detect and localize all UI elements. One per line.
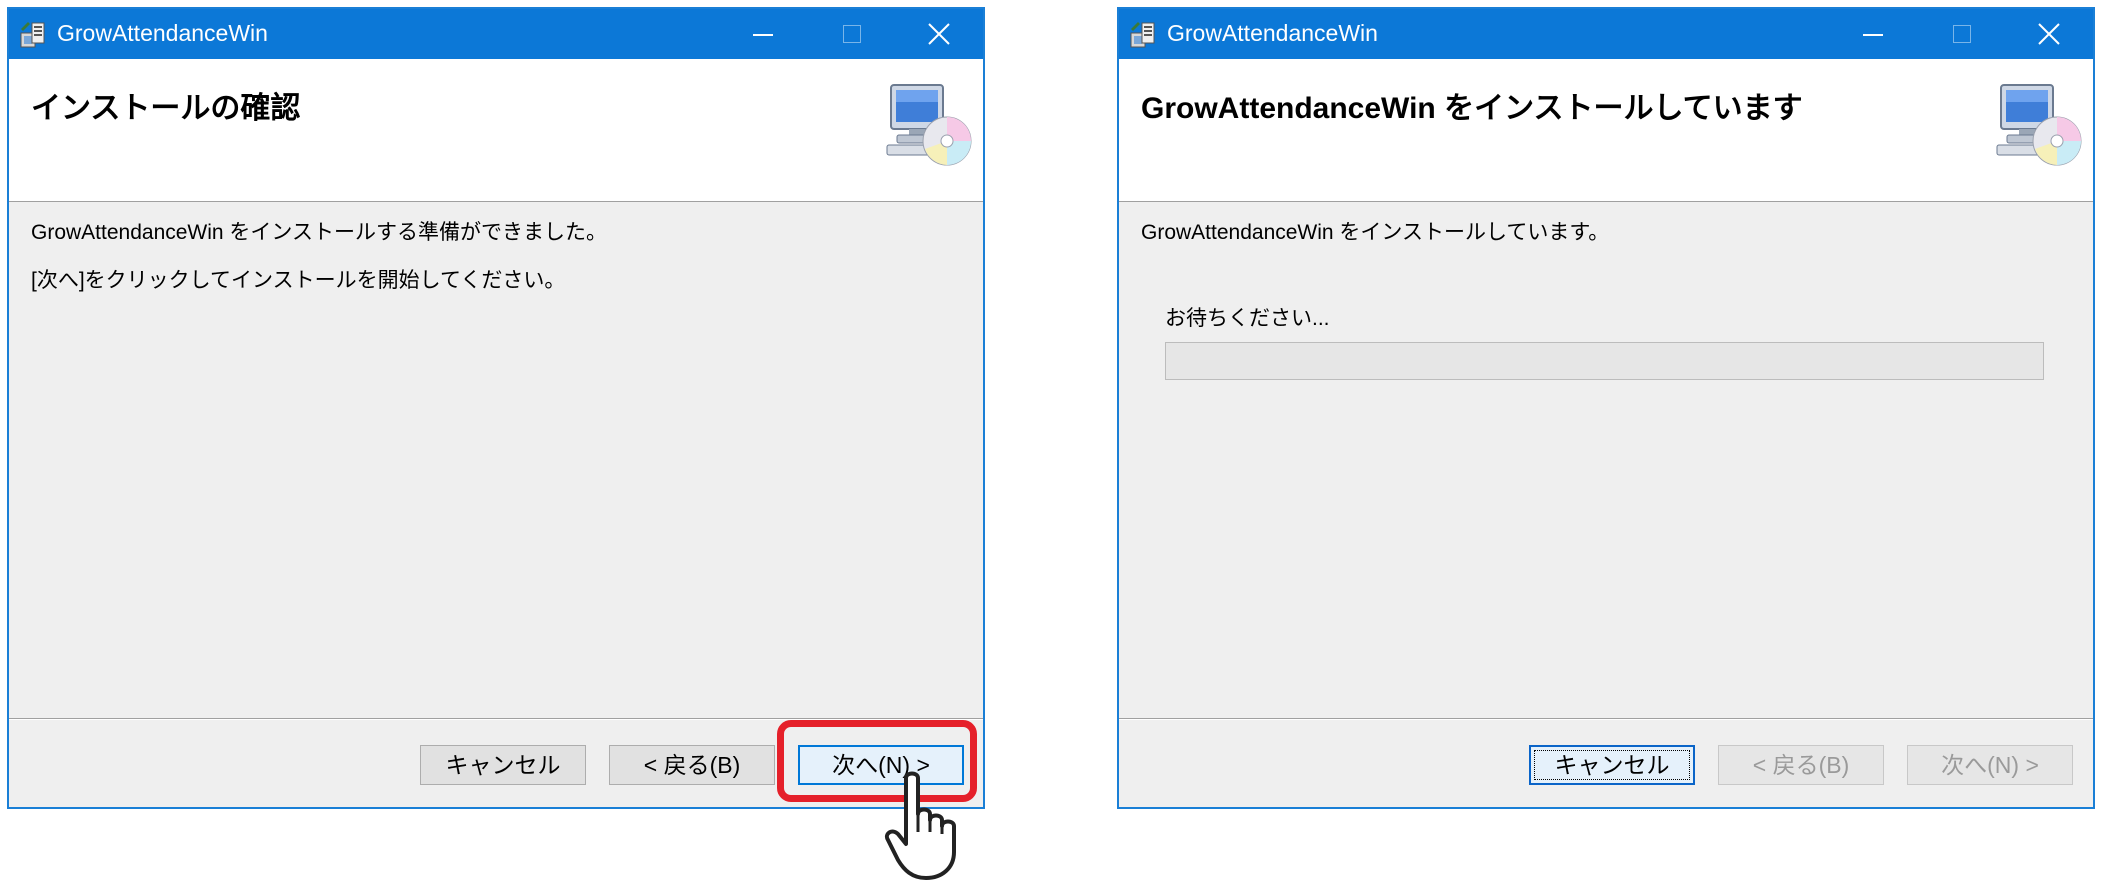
installer-app-icon <box>1128 19 1158 49</box>
minimize-icon[interactable] <box>719 9 807 59</box>
body-text-installing: GrowAttendanceWin をインストールしています。 <box>1141 221 1610 244</box>
body-text-instruction: [次へ]をクリックしてインストールを開始してください。 <box>31 269 566 292</box>
close-icon[interactable] <box>2005 9 2093 59</box>
installer-window-confirm: GrowAttendanceWin インストールの確認 GrowAttendan… <box>7 7 985 809</box>
installer-app-icon <box>18 19 48 49</box>
maximize-icon[interactable] <box>1917 9 2005 59</box>
pointing-hand-cursor-icon <box>884 770 966 882</box>
computer-cd-icon <box>885 81 975 171</box>
header-band: GrowAttendanceWin をインストールしています <box>1119 59 2093 202</box>
close-icon[interactable] <box>895 9 983 59</box>
back-button: < 戻る(B) <box>1718 745 1884 785</box>
page-title: インストールの確認 <box>31 92 301 125</box>
cancel-button[interactable]: キャンセル <box>420 745 586 785</box>
title-bar[interactable]: GrowAttendanceWin <box>1119 9 2093 59</box>
page-title: GrowAttendanceWin をインストールしています <box>1141 92 1803 125</box>
next-button: 次へ(N) > <box>1907 745 2073 785</box>
body-text-ready: GrowAttendanceWin をインストールする準備ができました。 <box>31 221 608 244</box>
minimize-icon[interactable] <box>1829 9 1917 59</box>
cancel-button[interactable]: キャンセル <box>1529 745 1695 785</box>
maximize-icon[interactable] <box>807 9 895 59</box>
back-button[interactable]: < 戻る(B) <box>609 745 775 785</box>
window-title: GrowAttendanceWin <box>57 20 268 46</box>
computer-cd-icon <box>1995 81 2085 171</box>
window-title: GrowAttendanceWin <box>1167 20 1378 46</box>
footer-divider-highlight <box>1119 719 2093 720</box>
progress-label: お待ちください... <box>1165 307 1330 330</box>
installer-window-progress: GrowAttendanceWin GrowAttendanceWin をインス… <box>1117 7 2095 809</box>
progress-bar <box>1165 342 2044 380</box>
title-bar[interactable]: GrowAttendanceWin <box>9 9 983 59</box>
header-band: インストールの確認 <box>9 59 983 202</box>
